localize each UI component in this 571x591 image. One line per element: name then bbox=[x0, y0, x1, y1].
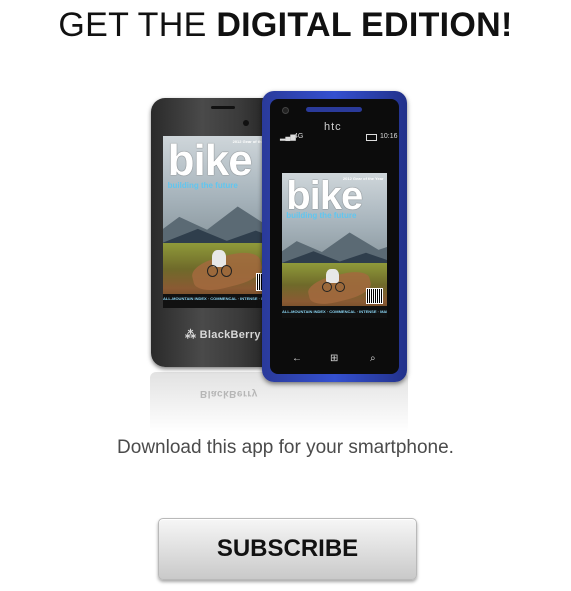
blackberry-logo: ⁂ BlackBerry bbox=[185, 328, 261, 341]
front-camera-icon bbox=[282, 107, 289, 114]
magazine-cover-line: building the future bbox=[167, 181, 238, 191]
htc-front-panel: htc ▂▄▆ 4G 10:16 bike 2012 Gear of the Y… bbox=[270, 99, 399, 374]
htc-screen: bike 2012 Gear of the Year building the … bbox=[282, 173, 387, 318]
camera-icon bbox=[243, 120, 249, 126]
blackberry-brand: BlackBerry bbox=[199, 329, 261, 341]
htc-brand: htc bbox=[324, 121, 342, 133]
magazine-cover-line: building the future bbox=[286, 211, 357, 221]
blackberry-phone: bike 2012 Gear of the Year building the … bbox=[151, 98, 279, 367]
status-time: 10:16 bbox=[380, 133, 398, 140]
htc-phone: htc ▂▄▆ 4G 10:16 bike 2012 Gear of the Y… bbox=[262, 91, 407, 382]
magazine-title: bike bbox=[286, 173, 363, 218]
earpiece bbox=[306, 107, 362, 112]
reflection-brand-text: BlackBerry bbox=[200, 388, 258, 399]
rider-figure bbox=[211, 249, 226, 267]
phones-illustration: BlackBerry bike 2012 Gear of the Year bu… bbox=[0, 0, 571, 591]
search-icon: ⌕ bbox=[370, 353, 376, 364]
earpiece bbox=[211, 106, 235, 109]
barcode bbox=[366, 288, 383, 304]
network-label: 4G bbox=[294, 133, 304, 140]
tagline: Download this app for your smartphone. bbox=[117, 437, 454, 458]
magazine-footer: ALL-MOUNTAIN INDEX · COMMENCAL · INTENSE… bbox=[282, 306, 387, 318]
blackberry-logo-icon: ⁂ bbox=[185, 329, 197, 341]
back-arrow-icon: ← bbox=[292, 353, 302, 364]
windows-logo-icon: ⊞ bbox=[330, 353, 339, 364]
subscribe-button[interactable]: SUBSCRIBE bbox=[158, 518, 417, 580]
battery-icon bbox=[366, 134, 377, 141]
magazine-issue: 2012 Gear of the Year bbox=[342, 175, 384, 181]
rider-figure bbox=[326, 268, 339, 284]
magazine-title: bike bbox=[167, 136, 253, 186]
magazine-cover: bike 2012 Gear of the Year building the … bbox=[282, 173, 387, 318]
